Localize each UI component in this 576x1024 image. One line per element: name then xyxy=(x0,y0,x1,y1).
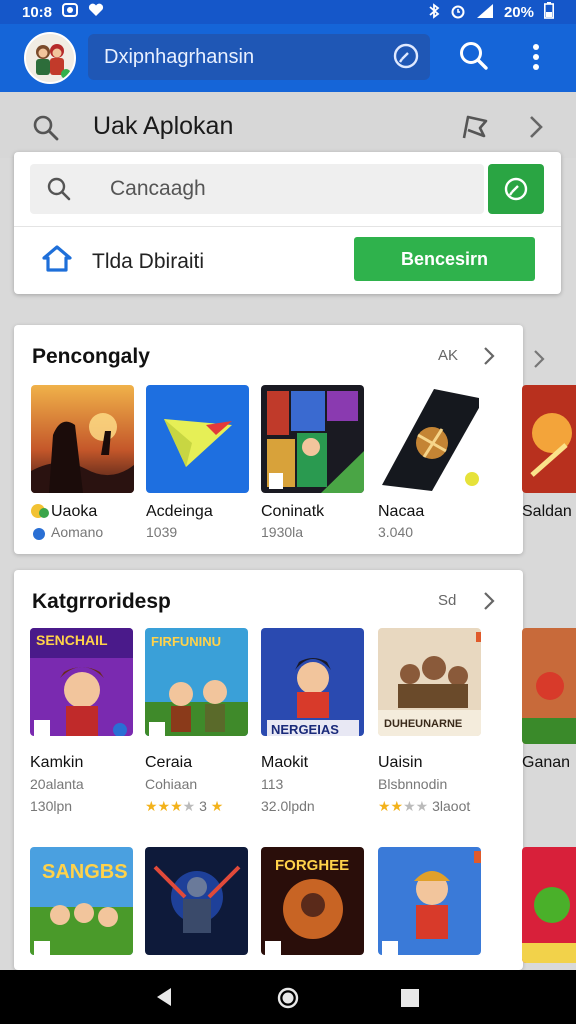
page-title: Uak Aplokan xyxy=(93,112,234,140)
app-name: Coninatk xyxy=(261,503,325,520)
chevron-right-icon[interactable] xyxy=(482,590,496,617)
system-nav-bar xyxy=(0,970,576,1024)
app-bar: Dxipnhagrhansin xyxy=(0,24,576,92)
search-panel: Cancaagh Tlda Dbiraiti Bencesirn xyxy=(14,152,561,294)
app-icon-tile[interactable] xyxy=(522,385,576,493)
app-icon-tile[interactable] xyxy=(31,385,134,493)
search-input-placeholder: Cancaagh xyxy=(110,177,206,200)
section-title: Pencongaly xyxy=(32,345,150,368)
app-name: Nacaa xyxy=(378,503,425,520)
game-icon-tile[interactable]: SANGBS xyxy=(30,847,133,955)
game-name: Maokit xyxy=(261,754,309,771)
app-name: Saldan xyxy=(522,503,572,520)
game-banner: FORGHEE xyxy=(275,857,350,874)
app-icon-tile[interactable] xyxy=(261,385,364,493)
game-banner: NERGEIAS xyxy=(271,722,339,736)
game-rating-count: 3 xyxy=(199,798,207,814)
game-icon-tile[interactable] xyxy=(145,847,248,955)
chevron-right-icon[interactable] xyxy=(532,348,546,375)
game-icon-tile[interactable] xyxy=(522,847,576,963)
search-icon[interactable] xyxy=(32,114,60,147)
flag-icon[interactable] xyxy=(460,114,490,145)
status-time: 10:8 xyxy=(22,3,53,21)
game-name: Ceraia xyxy=(145,754,193,771)
voice-search-icon[interactable] xyxy=(392,42,420,76)
battery-icon xyxy=(544,2,554,23)
game-subtitle: Cohiaan xyxy=(145,776,198,792)
home-label: Tlda Dbiraiti xyxy=(92,250,205,273)
game-subtitle: Blsbnnodin xyxy=(378,776,448,792)
game-banner: FIRFUNINU xyxy=(151,634,222,649)
game-name: Kamkin xyxy=(30,754,84,771)
game-icon-tile[interactable] xyxy=(378,847,481,955)
section-title: Katgrroridesp xyxy=(32,590,171,613)
game-icon-tile[interactable]: FIRFUNINU xyxy=(145,628,248,736)
search-icon[interactable] xyxy=(458,40,490,77)
app-name: Uaoka xyxy=(51,503,98,520)
divider xyxy=(14,226,561,227)
back-icon[interactable] xyxy=(153,986,175,1013)
game-size: 32.0lpdn xyxy=(261,798,315,814)
app-name: Acdeinga xyxy=(146,503,213,520)
rating-stars: ★★★★ 3laoot xyxy=(378,798,471,814)
game-icon-tile[interactable]: DUHEUNARNE xyxy=(378,628,481,736)
rating-stars: ★★★★ 3 ★ xyxy=(145,798,224,814)
categories-section: Katgrroridesp Sd SENCHAIL Kamkin 20alant… xyxy=(14,570,523,970)
game-rating-count: 3laoot xyxy=(432,798,471,814)
bluetooth-icon xyxy=(428,2,440,23)
game-banner: SENCHAIL xyxy=(36,632,108,648)
app-search-field[interactable]: Dxipnhagrhansin xyxy=(88,34,430,80)
app-subtitle: Aomano xyxy=(51,524,104,540)
home-icon xyxy=(40,244,74,279)
home-nav-icon[interactable] xyxy=(276,986,300,1015)
game-icon-tile[interactable]: SENCHAIL xyxy=(30,628,133,736)
alarm-icon xyxy=(450,3,466,23)
game-icon-tile[interactable]: FORGHEE xyxy=(261,847,364,955)
primary-action-button[interactable]: Bencesirn xyxy=(354,237,535,281)
game-subtitle: 20alanta xyxy=(30,776,84,792)
app-subtitle: 3.040 xyxy=(378,524,414,540)
game-icon-tile[interactable]: NERGEIAS xyxy=(261,628,364,736)
section-more-link[interactable]: Sd xyxy=(438,592,456,609)
app-icon-tile[interactable] xyxy=(376,385,479,493)
sub-header: Uak Aplokan xyxy=(0,92,576,158)
more-vertical-icon[interactable] xyxy=(524,42,548,77)
app-subtitle: 1039 xyxy=(146,524,178,540)
chevron-right-icon[interactable] xyxy=(482,345,496,372)
game-name: Uaisin xyxy=(378,754,423,771)
app-icon-tile[interactable] xyxy=(146,385,249,493)
game-icon-tile[interactable] xyxy=(522,628,576,744)
section-more-link[interactable]: AK xyxy=(438,347,458,364)
app-badge-icon xyxy=(31,503,49,524)
app-search-text: Dxipnhagrhansin xyxy=(104,46,255,68)
game-subtitle: 113 xyxy=(261,776,284,792)
signal-icon xyxy=(476,3,494,23)
chat-icon xyxy=(32,527,46,545)
game-banner: SANGBS xyxy=(42,861,128,883)
personal-section: Pencongaly AK Uaoka Aomano Acdeinga 1039 xyxy=(14,325,523,554)
search-submit-button[interactable] xyxy=(488,164,544,214)
chevron-right-icon[interactable] xyxy=(526,114,546,145)
status-bar: 10:8 20% xyxy=(0,0,576,24)
battery-percent: 20% xyxy=(503,4,534,21)
heart-icon xyxy=(88,3,104,21)
game-name: Ganan xyxy=(522,754,571,771)
app-subtitle: 1930la xyxy=(261,524,304,540)
search-icon xyxy=(46,176,72,208)
game-size: 130lpn xyxy=(30,798,73,814)
game-banner: DUHEUNARNE xyxy=(384,718,463,730)
recents-icon[interactable] xyxy=(400,988,420,1013)
camera-icon xyxy=(62,2,79,22)
avatar[interactable] xyxy=(24,32,76,84)
search-input[interactable]: Cancaagh xyxy=(30,164,484,214)
